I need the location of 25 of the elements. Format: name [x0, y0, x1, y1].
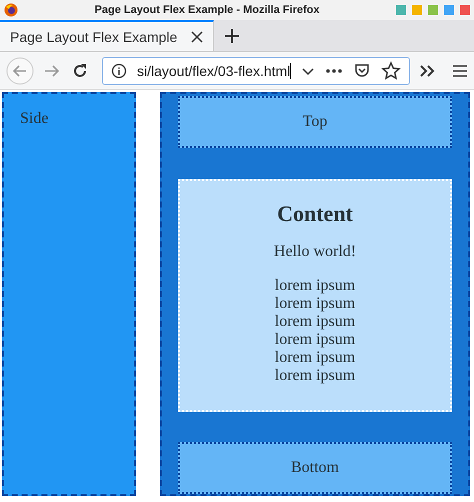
pocket-icon[interactable]	[353, 62, 372, 80]
menu-icon[interactable]	[452, 64, 468, 78]
firefox-logo-icon	[4, 3, 18, 17]
top-label: Top	[302, 113, 328, 131]
greeting-text: Hello world!	[274, 242, 356, 260]
lorem-line: lorem ipsum	[274, 366, 356, 384]
url-text: si/layout/flex/03-flex.html	[137, 62, 292, 78]
back-icon[interactable]	[6, 56, 34, 84]
window-title: Page Layout Flex Example - Mozilla Firefox	[94, 4, 320, 16]
side-label: Side	[20, 110, 48, 127]
close-icon[interactable]	[191, 30, 203, 42]
lorem-line: lorem ipsum	[274, 348, 356, 366]
lorem-line: lorem ipsum	[274, 276, 356, 294]
star-icon[interactable]	[381, 60, 402, 80]
address-bar[interactable]: si/layout/flex/03-flex.html	[102, 56, 410, 84]
lorem-line: lorem ipsum	[274, 330, 356, 348]
tab[interactable]: Page Layout Flex Example	[0, 20, 214, 51]
overflow-icon[interactable]	[418, 62, 436, 78]
content-heading: Content	[277, 200, 353, 226]
new-tab-icon[interactable]	[224, 28, 240, 44]
bottom-label: Bottom	[290, 459, 339, 477]
lorem-line: lorem ipsum	[274, 294, 356, 312]
lorem-line: lorem ipsum	[274, 312, 356, 330]
more-icon[interactable]	[325, 68, 344, 74]
info-icon[interactable]	[111, 62, 127, 78]
